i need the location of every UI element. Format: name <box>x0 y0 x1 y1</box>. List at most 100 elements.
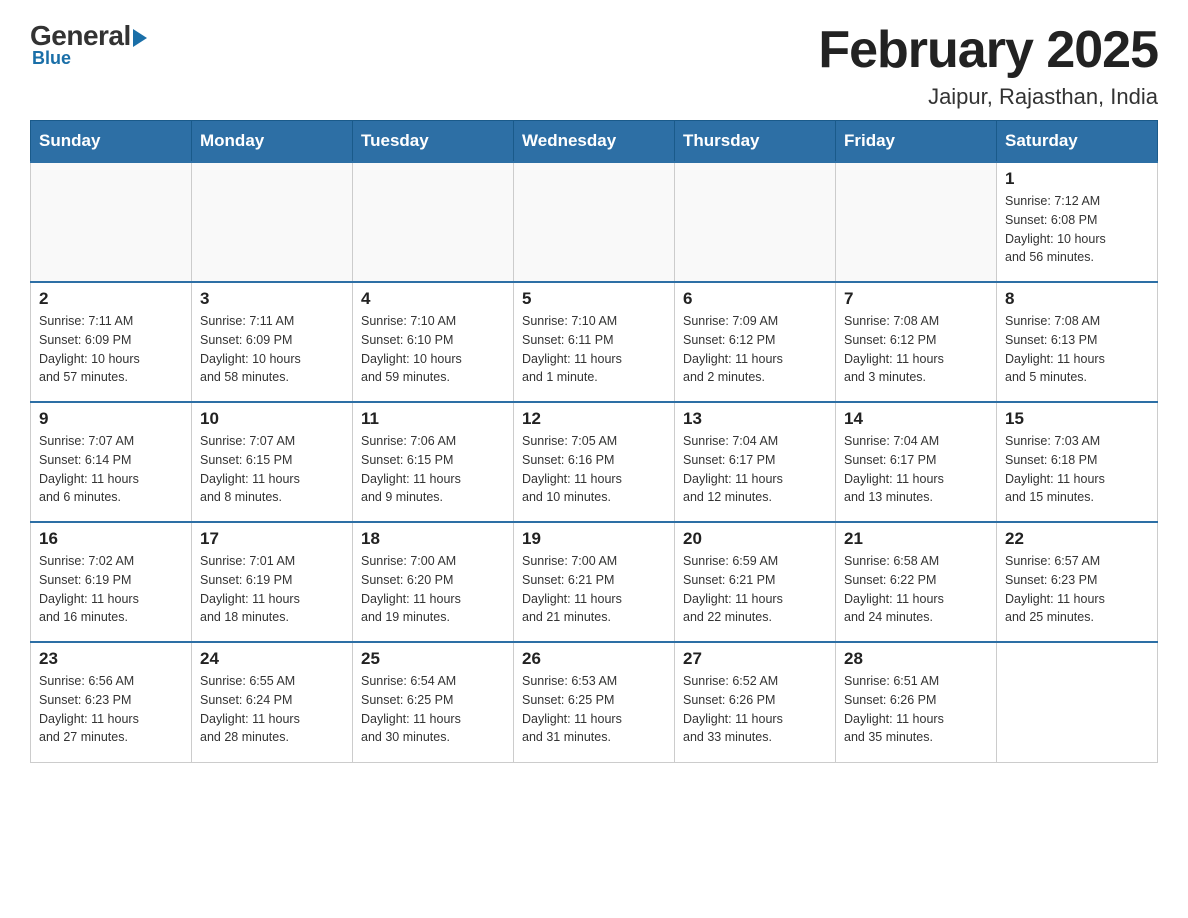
header-wednesday: Wednesday <box>514 121 675 163</box>
day-info: Sunrise: 7:10 AM Sunset: 6:10 PM Dayligh… <box>361 312 505 387</box>
table-row: 17 Sunrise: 7:01 AM Sunset: 6:19 PM Dayli… <box>192 522 353 642</box>
table-row: 6 Sunrise: 7:09 AM Sunset: 6:12 PM Daylig… <box>675 282 836 402</box>
day-number: 25 <box>361 649 505 669</box>
day-number: 11 <box>361 409 505 429</box>
table-row: 22 Sunrise: 6:57 AM Sunset: 6:23 PM Dayli… <box>997 522 1158 642</box>
day-number: 15 <box>1005 409 1149 429</box>
day-number: 26 <box>522 649 666 669</box>
table-row: 2 Sunrise: 7:11 AM Sunset: 6:09 PM Daylig… <box>31 282 192 402</box>
day-info: Sunrise: 7:01 AM Sunset: 6:19 PM Dayligh… <box>200 552 344 627</box>
day-number: 5 <box>522 289 666 309</box>
week-row-4: 16 Sunrise: 7:02 AM Sunset: 6:19 PM Dayli… <box>31 522 1158 642</box>
day-info: Sunrise: 6:57 AM Sunset: 6:23 PM Dayligh… <box>1005 552 1149 627</box>
day-info: Sunrise: 7:11 AM Sunset: 6:09 PM Dayligh… <box>39 312 183 387</box>
day-info: Sunrise: 7:08 AM Sunset: 6:13 PM Dayligh… <box>1005 312 1149 387</box>
logo-arrow-icon <box>133 29 147 47</box>
table-row <box>192 162 353 282</box>
table-row <box>836 162 997 282</box>
table-row: 3Sunrise: 7:11 AM Sunset: 6:09 PM Daylig… <box>192 282 353 402</box>
day-number: 9 <box>39 409 183 429</box>
table-row: 25 Sunrise: 6:54 AM Sunset: 6:25 PM Dayli… <box>353 642 514 762</box>
week-row-2: 2 Sunrise: 7:11 AM Sunset: 6:09 PM Daylig… <box>31 282 1158 402</box>
table-row: 8 Sunrise: 7:08 AM Sunset: 6:13 PM Daylig… <box>997 282 1158 402</box>
day-info: Sunrise: 6:53 AM Sunset: 6:25 PM Dayligh… <box>522 672 666 747</box>
day-number: 1 <box>1005 169 1149 189</box>
day-number: 16 <box>39 529 183 549</box>
header-tuesday: Tuesday <box>353 121 514 163</box>
day-number: 14 <box>844 409 988 429</box>
table-row: 4 Sunrise: 7:10 AM Sunset: 6:10 PM Daylig… <box>353 282 514 402</box>
day-info: Sunrise: 6:58 AM Sunset: 6:22 PM Dayligh… <box>844 552 988 627</box>
day-info: Sunrise: 7:07 AM Sunset: 6:15 PM Dayligh… <box>200 432 344 507</box>
table-row: 26 Sunrise: 6:53 AM Sunset: 6:25 PM Dayli… <box>514 642 675 762</box>
day-number: 20 <box>683 529 827 549</box>
day-info: Sunrise: 7:07 AM Sunset: 6:14 PM Dayligh… <box>39 432 183 507</box>
table-row <box>675 162 836 282</box>
table-row: 24Sunrise: 6:55 AM Sunset: 6:24 PM Dayli… <box>192 642 353 762</box>
day-number: 4 <box>361 289 505 309</box>
day-number: 22 <box>1005 529 1149 549</box>
table-row: 19 Sunrise: 7:00 AM Sunset: 6:21 PM Dayli… <box>514 522 675 642</box>
table-row: 13 Sunrise: 7:04 AM Sunset: 6:17 PM Dayli… <box>675 402 836 522</box>
day-info: Sunrise: 7:09 AM Sunset: 6:12 PM Dayligh… <box>683 312 827 387</box>
day-number: 24 <box>200 649 344 669</box>
day-info: Sunrise: 7:11 AM Sunset: 6:09 PM Dayligh… <box>200 312 344 387</box>
day-info: Sunrise: 7:06 AM Sunset: 6:15 PM Dayligh… <box>361 432 505 507</box>
week-row-1: 1 Sunrise: 7:12 AM Sunset: 6:08 PM Daylig… <box>31 162 1158 282</box>
table-row: 27Sunrise: 6:52 AM Sunset: 6:26 PM Dayli… <box>675 642 836 762</box>
logo: General Blue <box>30 20 147 69</box>
calendar-title: February 2025 <box>818 20 1158 80</box>
day-info: Sunrise: 7:00 AM Sunset: 6:20 PM Dayligh… <box>361 552 505 627</box>
header-saturday: Saturday <box>997 121 1158 163</box>
day-number: 13 <box>683 409 827 429</box>
table-row: 21 Sunrise: 6:58 AM Sunset: 6:22 PM Dayli… <box>836 522 997 642</box>
calendar-table: Sunday Monday Tuesday Wednesday Thursday… <box>30 120 1158 763</box>
table-row: 20 Sunrise: 6:59 AM Sunset: 6:21 PM Dayli… <box>675 522 836 642</box>
header-monday: Monday <box>192 121 353 163</box>
table-row: 28Sunrise: 6:51 AM Sunset: 6:26 PM Dayli… <box>836 642 997 762</box>
day-info: Sunrise: 7:05 AM Sunset: 6:16 PM Dayligh… <box>522 432 666 507</box>
day-info: Sunrise: 6:54 AM Sunset: 6:25 PM Dayligh… <box>361 672 505 747</box>
day-number: 6 <box>683 289 827 309</box>
table-row: 14Sunrise: 7:04 AM Sunset: 6:17 PM Dayli… <box>836 402 997 522</box>
table-row: 5Sunrise: 7:10 AM Sunset: 6:11 PM Daylig… <box>514 282 675 402</box>
table-row: 16 Sunrise: 7:02 AM Sunset: 6:19 PM Dayli… <box>31 522 192 642</box>
table-row <box>31 162 192 282</box>
calendar-subtitle: Jaipur, Rajasthan, India <box>818 84 1158 110</box>
day-number: 8 <box>1005 289 1149 309</box>
title-block: February 2025 Jaipur, Rajasthan, India <box>818 20 1158 110</box>
page-header: General Blue February 2025 Jaipur, Rajas… <box>30 20 1158 110</box>
table-row: 10 Sunrise: 7:07 AM Sunset: 6:15 PM Dayli… <box>192 402 353 522</box>
day-info: Sunrise: 7:12 AM Sunset: 6:08 PM Dayligh… <box>1005 192 1149 267</box>
day-number: 2 <box>39 289 183 309</box>
day-info: Sunrise: 7:03 AM Sunset: 6:18 PM Dayligh… <box>1005 432 1149 507</box>
table-row: 9 Sunrise: 7:07 AM Sunset: 6:14 PM Daylig… <box>31 402 192 522</box>
day-info: Sunrise: 7:00 AM Sunset: 6:21 PM Dayligh… <box>522 552 666 627</box>
day-info: Sunrise: 6:52 AM Sunset: 6:26 PM Dayligh… <box>683 672 827 747</box>
table-row: 12 Sunrise: 7:05 AM Sunset: 6:16 PM Dayli… <box>514 402 675 522</box>
table-row: 1 Sunrise: 7:12 AM Sunset: 6:08 PM Daylig… <box>997 162 1158 282</box>
day-number: 7 <box>844 289 988 309</box>
day-number: 28 <box>844 649 988 669</box>
table-row: 7Sunrise: 7:08 AM Sunset: 6:12 PM Daylig… <box>836 282 997 402</box>
day-number: 21 <box>844 529 988 549</box>
table-row: 18 Sunrise: 7:00 AM Sunset: 6:20 PM Dayli… <box>353 522 514 642</box>
day-number: 10 <box>200 409 344 429</box>
header-thursday: Thursday <box>675 121 836 163</box>
table-row <box>353 162 514 282</box>
day-info: Sunrise: 6:56 AM Sunset: 6:23 PM Dayligh… <box>39 672 183 747</box>
day-number: 18 <box>361 529 505 549</box>
day-number: 19 <box>522 529 666 549</box>
day-number: 12 <box>522 409 666 429</box>
day-info: Sunrise: 6:59 AM Sunset: 6:21 PM Dayligh… <box>683 552 827 627</box>
week-row-5: 23 Sunrise: 6:56 AM Sunset: 6:23 PM Dayli… <box>31 642 1158 762</box>
table-row <box>997 642 1158 762</box>
logo-blue-text: Blue <box>32 48 71 69</box>
day-number: 23 <box>39 649 183 669</box>
day-info: Sunrise: 7:02 AM Sunset: 6:19 PM Dayligh… <box>39 552 183 627</box>
header-friday: Friday <box>836 121 997 163</box>
day-info: Sunrise: 7:04 AM Sunset: 6:17 PM Dayligh… <box>683 432 827 507</box>
table-row <box>514 162 675 282</box>
table-row: 11 Sunrise: 7:06 AM Sunset: 6:15 PM Dayli… <box>353 402 514 522</box>
day-number: 17 <box>200 529 344 549</box>
